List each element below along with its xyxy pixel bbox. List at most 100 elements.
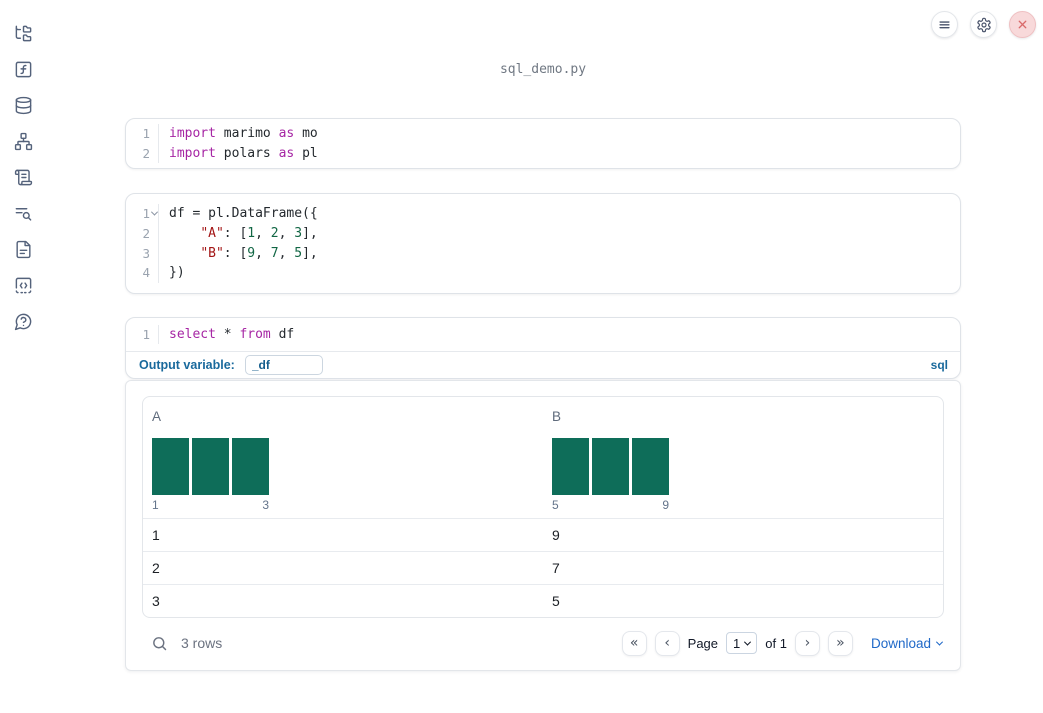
code-editor[interactable]: 1 import marimo as mo 2 import polars as pl <box>126 124 960 164</box>
last-page-button[interactable]: » <box>827 630 853 656</box>
column-histogram: 59 <box>552 438 669 512</box>
code-snippet-icon <box>14 276 33 295</box>
code-editor[interactable]: 1 df = pl.DataFrame({2 "A": [1, 2, 3], 3 "… <box>126 204 960 283</box>
column-header[interactable]: B59 <box>543 397 943 518</box>
logs-search-icon <box>14 204 33 223</box>
settings-button[interactable] <box>970 11 997 38</box>
file-tree-icon <box>14 24 33 43</box>
line-number: 1 <box>142 126 150 142</box>
page-select-value: 1 <box>733 635 741 651</box>
histogram-axis-labels: 59 <box>552 498 669 512</box>
sidebar-item-files[interactable] <box>9 19 37 47</box>
table-row[interactable]: 19 <box>143 518 943 551</box>
sidebar-item-help[interactable] <box>9 307 37 335</box>
fold-chevron-icon[interactable] <box>150 204 159 224</box>
gutter-divider <box>150 324 159 345</box>
notebook-filename[interactable]: sql_demo.py <box>125 62 961 79</box>
line-number: 1 <box>142 326 150 342</box>
table-cell: 9 <box>552 527 560 544</box>
sidebar-item-documentation[interactable] <box>9 235 37 263</box>
table-cell: 2 <box>152 560 160 577</box>
histogram-bar <box>152 438 189 496</box>
cell-output-table: A13B59 192735 3 rows « ‹ Page 1 of 1 › » <box>125 380 961 672</box>
code-text: }) <box>169 265 185 281</box>
code-text: "B": [9, 7, 5], <box>200 245 318 261</box>
column-name: B <box>552 409 562 425</box>
column-header[interactable]: A 13 <box>143 397 543 518</box>
chevron-down-icon <box>935 638 944 646</box>
code-line[interactable]: 2 import polars as pl <box>126 143 960 164</box>
table-row[interactable]: 27 <box>143 551 943 584</box>
axis-tick-label: 9 <box>662 498 669 513</box>
chevrons-left-icon: « <box>629 635 639 652</box>
code-line[interactable]: 1 select * from df <box>126 324 960 345</box>
shutdown-button[interactable] <box>1009 11 1036 38</box>
line-number: 4 <box>142 265 150 281</box>
histogram-bar <box>232 438 269 496</box>
code-cell-imports[interactable]: 1 import marimo as mo 2 import polars as pl <box>125 118 961 170</box>
row-count: 3 rows <box>181 635 223 652</box>
sidebar-item-dependency-graph[interactable] <box>9 127 37 155</box>
code-line[interactable]: 1 import marimo as mo <box>126 124 960 144</box>
column-name: A <box>152 409 162 425</box>
histogram-bar <box>592 438 629 496</box>
line-number: 1 <box>142 206 150 222</box>
download-button[interactable]: Download <box>870 635 944 651</box>
sql-cell[interactable]: 1 select * from df Output variable: sql <box>125 316 961 380</box>
language-badge[interactable]: sql <box>931 358 948 372</box>
gutter-divider <box>150 243 159 263</box>
gutter-divider <box>150 223 159 244</box>
sidebar-item-scratchpad[interactable] <box>9 163 37 191</box>
gear-icon <box>976 17 992 33</box>
chevron-left-icon: ‹ <box>664 635 670 652</box>
sql-cell-footer: Output variable: sql <box>126 352 960 378</box>
sidebar-item-helper-functions[interactable] <box>9 55 37 83</box>
page-total: of 1 <box>765 635 787 651</box>
line-number: 3 <box>142 245 150 261</box>
table-cell: 3 <box>152 593 160 610</box>
gutter-divider <box>150 143 159 164</box>
sidebar-item-snippets[interactable] <box>9 271 37 299</box>
table-cell: 1 <box>152 527 160 544</box>
gutter-divider <box>150 124 159 144</box>
code-line[interactable]: 4}) <box>126 262 960 283</box>
code-text: df = pl.DataFrame({ <box>169 206 318 222</box>
code-text: import marimo as mo <box>169 126 318 142</box>
code-line[interactable]: 2 "A": [1, 2, 3], <box>126 223 960 244</box>
axis-tick-label: 1 <box>152 498 159 513</box>
prev-page-button[interactable]: ‹ <box>654 630 680 656</box>
histogram-bars <box>552 438 669 496</box>
search-icon <box>151 635 168 652</box>
network-icon <box>14 132 33 151</box>
sql-code-editor[interactable]: 1 select * from df <box>126 318 960 353</box>
code-cell-dataframe[interactable]: 1 df = pl.DataFrame({2 "A": [1, 2, 3], 3 "… <box>125 193 961 294</box>
output-variable-input[interactable] <box>244 354 323 375</box>
sidebar-item-datasources[interactable] <box>9 91 37 119</box>
chevron-down-icon <box>744 638 752 646</box>
axis-tick-label: 5 <box>552 498 559 513</box>
chevron-right-icon: › <box>804 635 811 652</box>
search-button[interactable] <box>144 635 168 652</box>
histogram-bars <box>152 438 269 496</box>
histogram-bar <box>192 438 229 496</box>
sidebar-item-logs[interactable] <box>9 199 37 227</box>
table-header-row: A13B59 <box>143 397 943 518</box>
sidebar <box>0 0 46 713</box>
download-label: Download <box>870 635 931 651</box>
table-row[interactable]: 35 <box>143 584 943 617</box>
page-label: Page <box>687 635 719 651</box>
line-number: 2 <box>142 145 150 161</box>
page-select[interactable]: 1 <box>726 632 758 655</box>
first-page-button[interactable]: « <box>621 630 647 656</box>
code-line[interactable]: 1 df = pl.DataFrame({ <box>126 204 960 224</box>
table-cell: 7 <box>552 560 560 577</box>
code-text: "A": [1, 2, 3], <box>200 226 318 242</box>
line-number: 2 <box>142 226 150 242</box>
code-line[interactable]: 3 "B": [9, 7, 5], <box>126 243 960 263</box>
next-page-button[interactable]: › <box>794 630 820 656</box>
column-histogram: 13 <box>152 438 269 512</box>
pagination: « ‹ Page 1 of 1 › » <box>621 630 853 656</box>
output-variable-label: Output variable: <box>139 357 235 372</box>
table-cell: 5 <box>552 593 560 610</box>
code-text: import polars as pl <box>169 145 318 161</box>
